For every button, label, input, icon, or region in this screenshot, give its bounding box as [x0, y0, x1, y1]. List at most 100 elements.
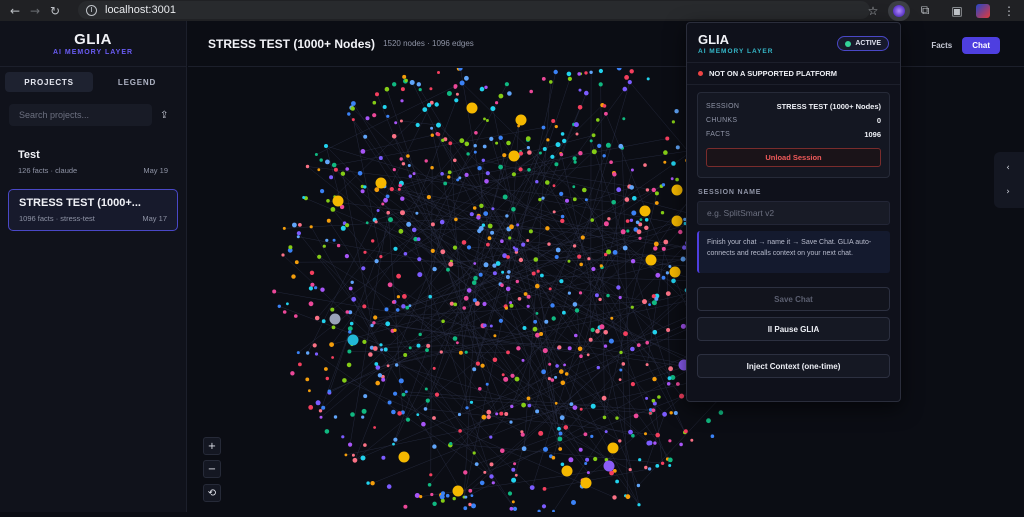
extensions-icon[interactable]: ⧉ [914, 1, 936, 21]
graph-node[interactable] [419, 88, 422, 91]
graph-node[interactable] [671, 161, 676, 166]
graph-node[interactable] [545, 180, 550, 185]
graph-node[interactable] [490, 325, 493, 328]
graph-node[interactable] [441, 499, 445, 503]
graph-node[interactable] [604, 221, 609, 226]
graph-node[interactable] [373, 315, 377, 319]
graph-node[interactable] [283, 310, 287, 314]
graph-hub-node[interactable] [604, 461, 615, 472]
graph-node[interactable] [426, 344, 430, 348]
graph-node[interactable] [622, 362, 626, 366]
graph-node[interactable] [375, 381, 380, 386]
graph-node[interactable] [347, 350, 351, 354]
graph-node[interactable] [616, 187, 621, 192]
graph-node[interactable] [612, 495, 616, 499]
graph-node[interactable] [534, 257, 539, 262]
graph-node[interactable] [393, 392, 397, 396]
graph-node[interactable] [310, 271, 314, 275]
graph-node[interactable] [501, 271, 504, 274]
graph-node[interactable] [632, 196, 637, 201]
graph-node[interactable] [561, 463, 565, 467]
zoom-in-button[interactable]: + [203, 437, 221, 455]
graph-node[interactable] [568, 346, 572, 350]
graph-node[interactable] [453, 336, 458, 341]
graph-node[interactable] [561, 132, 565, 136]
graph-node[interactable] [619, 351, 622, 354]
graph-node[interactable] [413, 172, 416, 175]
graph-node[interactable] [684, 429, 688, 433]
graph-node[interactable] [630, 69, 634, 73]
graph-node[interactable] [416, 123, 420, 127]
graph-node[interactable] [435, 102, 439, 106]
graph-node[interactable] [591, 267, 595, 271]
graph-node[interactable] [283, 227, 286, 230]
graph-node[interactable] [630, 219, 633, 222]
graph-node[interactable] [719, 410, 724, 415]
graph-node[interactable] [446, 494, 450, 498]
graph-node[interactable] [431, 249, 435, 253]
graph-node[interactable] [316, 400, 321, 405]
graph-node[interactable] [507, 270, 511, 274]
graph-node[interactable] [315, 153, 318, 156]
graph-node[interactable] [458, 413, 461, 416]
graph-node[interactable] [591, 328, 595, 332]
graph-node[interactable] [613, 250, 618, 255]
graph-node[interactable] [652, 377, 656, 381]
graph-node[interactable] [387, 364, 390, 367]
graph-node[interactable] [406, 222, 411, 227]
graph-node[interactable] [361, 189, 365, 193]
graph-node[interactable] [584, 462, 587, 465]
graph-node[interactable] [526, 239, 529, 242]
graph-node[interactable] [535, 409, 539, 413]
graph-node[interactable] [332, 163, 337, 168]
chevron-left-icon[interactable]: ‹ [1000, 158, 1016, 178]
graph-node[interactable] [432, 416, 436, 420]
graph-node[interactable] [417, 237, 421, 241]
graph-node[interactable] [334, 168, 338, 172]
graph-node[interactable] [483, 324, 487, 328]
graph-node[interactable] [616, 285, 620, 289]
graph-node[interactable] [542, 126, 546, 130]
graph-hub-node[interactable] [333, 196, 344, 207]
graph-node[interactable] [351, 106, 355, 110]
graph-node[interactable] [615, 480, 619, 484]
graph-node[interactable] [516, 280, 519, 283]
graph-node[interactable] [419, 495, 422, 498]
graph-node[interactable] [577, 72, 581, 76]
graph-node[interactable] [362, 409, 367, 414]
graph-node[interactable] [315, 316, 320, 321]
graph-node[interactable] [441, 139, 444, 142]
graph-node[interactable] [526, 136, 531, 141]
graph-node[interactable] [385, 307, 389, 311]
graph-node[interactable] [487, 415, 491, 419]
graph-node[interactable] [603, 154, 606, 157]
graph-node[interactable] [590, 435, 593, 438]
graph-node[interactable] [510, 507, 514, 511]
graph-hub-node[interactable] [670, 267, 681, 278]
graph-node[interactable] [298, 223, 302, 227]
graph-node[interactable] [587, 471, 590, 474]
graph-node[interactable] [513, 507, 517, 511]
graph-node[interactable] [528, 404, 532, 408]
graph-node[interactable] [472, 367, 476, 371]
graph-node[interactable] [628, 80, 632, 84]
graph-node[interactable] [543, 487, 547, 491]
graph-node[interactable] [459, 351, 463, 355]
graph-node[interactable] [560, 219, 564, 223]
graph-node[interactable] [504, 412, 508, 416]
graph-node[interactable] [474, 144, 477, 147]
graph-node[interactable] [405, 79, 408, 82]
tab-projects[interactable]: PROJECTS [5, 72, 93, 92]
graph-node[interactable] [631, 306, 634, 309]
graph-node[interactable] [591, 404, 596, 409]
graph-node[interactable] [571, 500, 576, 505]
graph-node[interactable] [672, 120, 675, 123]
graph-node[interactable] [529, 229, 533, 233]
graph-node[interactable] [405, 306, 409, 310]
graph-hub-node[interactable] [516, 115, 527, 126]
graph-node[interactable] [579, 89, 582, 92]
graph-node[interactable] [495, 101, 498, 104]
graph-node[interactable] [327, 219, 331, 223]
graph-node[interactable] [381, 378, 385, 382]
graph-node[interactable] [281, 253, 284, 256]
